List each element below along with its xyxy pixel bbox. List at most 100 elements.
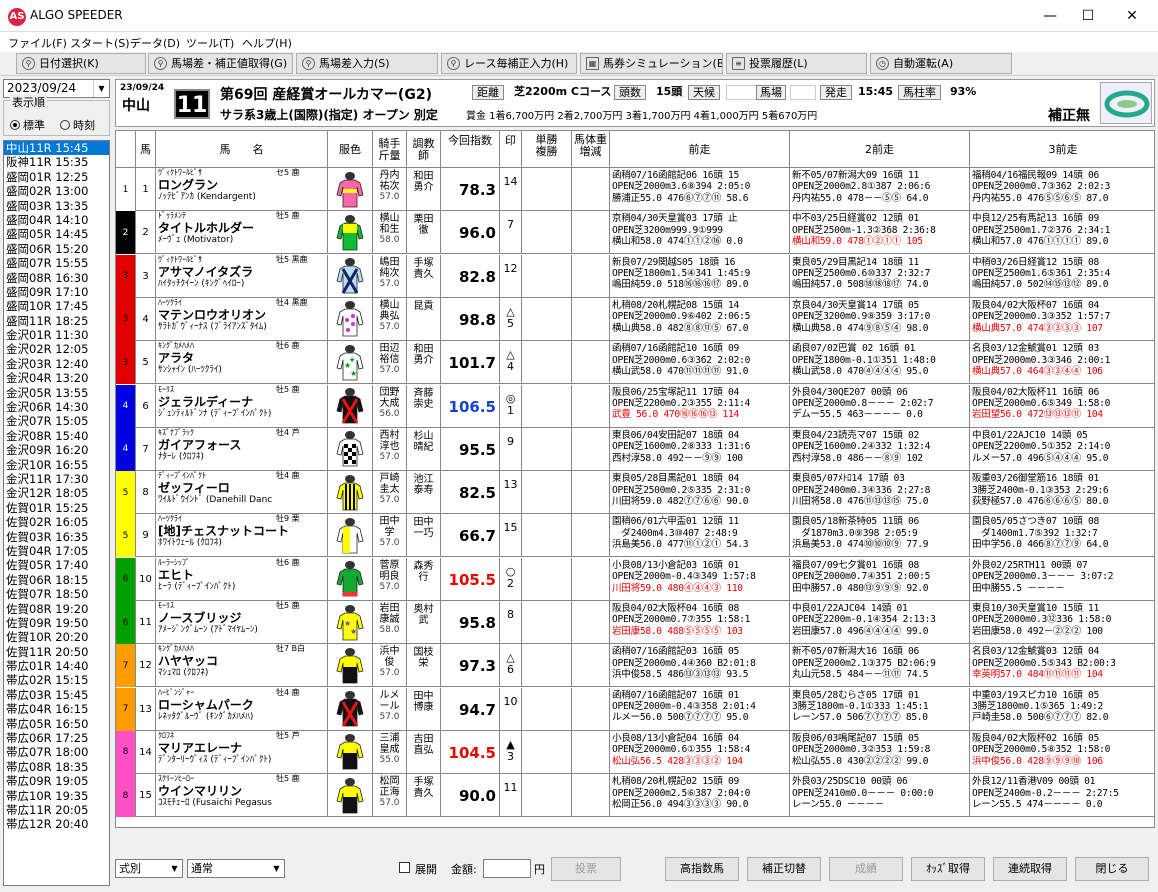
mark-cell[interactable]: 15	[500, 514, 522, 558]
race-list-item[interactable]: 金沢10R 16:55	[4, 458, 109, 472]
bet-simulation-button[interactable]: ▦ 馬券シミュレーション(B)	[580, 53, 723, 74]
horse-name-cell[interactable]: ｷﾝｸﾞｶﾒﾊﾒﾊ 牡7 B白 ハヤヤッコ ﾏｼｭﾏﾛ (ｸﾛﾌﾈ)	[156, 644, 328, 688]
horse-name[interactable]: ジェラルディーナ	[158, 395, 327, 409]
table-row[interactable]: 5 9 ﾊｰﾂｸﾗｲ 牡9 栗 [地]チェスナットコート ﾎﾜｲﾄｳｪｰﾙ (ｸﾛﾌﾈ) 田…	[116, 514, 1154, 558]
race-list-item[interactable]: 金沢02R 12:05	[4, 342, 109, 356]
race-list-item[interactable]: 帯広02R 15:15	[4, 673, 109, 687]
race-list-item[interactable]: 金沢01R 11:30	[4, 328, 109, 342]
race-list-item[interactable]: 中山11R 15:45	[4, 141, 109, 156]
race-list-item[interactable]: 金沢06R 14:30	[4, 400, 109, 414]
high-index-button[interactable]: 高指数馬	[665, 857, 739, 881]
chevron-down-icon[interactable]: ▼	[93, 80, 109, 97]
race-list-item[interactable]: 佐賀08R 19:20	[4, 602, 109, 616]
table-row[interactable]: 6 10 ﾙｰﾗｰｼｯﾌﾟ 牡6 鹿エヒト ﾋｰﾗ (ﾃﾞｨｰﾌﾟｲﾝﾊﾟｸﾄ) 菅原 明…	[116, 557, 1154, 601]
horse-name-cell[interactable]: ﾙｰﾗｰｼｯﾌﾟ 牡6 鹿エヒト ﾋｰﾗ (ﾃﾞｨｰﾌﾟｲﾝﾊﾟｸﾄ)	[156, 557, 328, 601]
expand-checkbox[interactable]	[399, 862, 410, 873]
race-list-item[interactable]: 金沢08R 15:40	[4, 429, 109, 443]
horse-name-cell[interactable]: ﾓｰﾘｽ 牡5 鹿ジェラルディーナ ｼﾞｪﾝﾃｨﾙﾄﾞﾝﾅ (ﾃﾞｨｰﾌﾟｲﾝﾊﾟｸ…	[156, 384, 328, 428]
mark-cell[interactable]: 10	[500, 687, 522, 731]
horse-name-cell[interactable]: ｳﾞｨｸﾄﾜｰﾙﾋﾟｻ 牡5 黒鹿 アサマノイタズラ ﾊｲﾀｯﾁｸｲｰﾝ (ｷﾝｸﾞﾍ…	[156, 254, 328, 298]
mark-cell[interactable]: △ 4	[500, 341, 522, 385]
race-list[interactable]: 中山11R 15:45 阪神11R 15:35 盛岡01R 12:25 盛岡02R 1…	[3, 140, 110, 886]
minimize-button[interactable]: —	[1030, 4, 1070, 28]
table-row[interactable]: 3 5 ｷﾝｸﾞｶﾒﾊﾒﾊ 牡6 鹿アラタ ｻﾝｼｬｲﾝ (ﾊｰﾂｸﾗｲ) ★ ★ ★ 田辺 裕…	[116, 341, 1154, 385]
horse-name-cell[interactable]: ﾊｰﾋﾞﾝｼﾞｬｰ 牡4 鹿ローシャムパーク ﾚﾈｯﾀｸﾞﾙｰｳﾞ (ｷﾝｸﾞｶﾒﾊ…	[156, 687, 328, 731]
horse-name-cell[interactable]: ﾊｰﾂｸﾗｲ 牡4 黒鹿 マテンロウオリオン ｻﾗﾄｶﾞｳﾞｨｰﾅｽ (ﾌﾞﾗｲｱﾝｽ…	[156, 297, 328, 341]
horse-name-cell[interactable]: ﾃﾞｨｰﾌﾟｲﾝﾊﾟｸﾄ 牡4 鹿ゼッフィーロ ﾜｲﾙﾄﾞｳｲﾝﾄﾞ (Danehi…	[156, 471, 328, 515]
table-row[interactable]: 2 2 ﾄﾞｩﾗﾒﾝﾃ 牡5 鹿タイトルホルダー ﾒｰｳﾞｪ (Motivator) 横山…	[116, 211, 1154, 255]
race-list-item[interactable]: 帯広10R 19:35	[4, 789, 109, 803]
race-list-item[interactable]: 盛岡11R 18:25	[4, 314, 109, 328]
bet-type-select[interactable]: 式別 ▼	[115, 859, 183, 878]
table-row[interactable]: 4 6 ﾓｰﾘｽ 牡5 鹿ジェラルディーナ ｼﾞｪﾝﾃｨﾙﾄﾞﾝﾅ (ﾃﾞｨｰﾌﾟｲﾝﾊ…	[116, 384, 1154, 428]
menu-file[interactable]: ファイル(F)	[8, 35, 67, 51]
horse-name[interactable]: [地]チェスナットコート	[158, 524, 327, 538]
race-list-item[interactable]: 金沢11R 17:30	[4, 472, 109, 486]
mark-cell[interactable]: 14	[500, 168, 522, 211]
race-list-item[interactable]: 金沢12R 18:05	[4, 486, 109, 500]
horse-name-cell[interactable]: ｸﾛﾌﾈ 牡5 芦マリアエレーナ ﾃﾞﾝﾀｰﾘｰｳﾞｨｽ (ﾃﾞｨｰﾌﾟｲﾝﾊﾟｸﾄ…	[156, 730, 328, 774]
horse-name[interactable]: ハヤヤッコ	[158, 654, 327, 668]
horse-name[interactable]: エヒト	[158, 568, 327, 582]
horse-name-cell[interactable]: ﾄﾞｩﾗﾒﾝﾃ 牡5 鹿タイトルホルダー ﾒｰｳﾞｪ (Motivator)	[156, 211, 328, 255]
get-track-correction-button[interactable]: ⚲ 馬場差・補正値取得(G)	[148, 53, 293, 74]
table-row[interactable]: 6 11 ﾓｰﾘｽ 牡5 鹿ノースブリッジ ｱﾒｰｼﾞﾝｸﾞﾑｰﾝ (ｱﾄﾞﾏｲﾔﾑｰﾝ…	[116, 601, 1154, 644]
amount-input[interactable]	[483, 859, 531, 878]
horse-name[interactable]: ローシャムパーク	[158, 698, 327, 712]
close-window-button[interactable]: ✕	[1112, 4, 1152, 28]
horse-name-cell[interactable]: ﾊｰﾂｸﾗｲ 牡9 栗 [地]チェスナットコート ﾎﾜｲﾄｳｪｰﾙ (ｸﾛﾌﾈ)	[156, 514, 328, 558]
table-row[interactable]: 5 8 ﾃﾞｨｰﾌﾟｲﾝﾊﾟｸﾄ 牡4 鹿ゼッフィーロ ﾜｲﾙﾄﾞｳｲﾝﾄﾞ (Dane…	[116, 471, 1154, 515]
race-list-item[interactable]: 金沢07R 15:05	[4, 414, 109, 428]
table-row[interactable]: 4 7 ｷｽﾞﾅﾌﾞﾗｯｸ 牡4 芦ガイアフォース ﾅﾀｰﾚ (ｸﾛﾌﾈ) 西村 淳也 57…	[116, 427, 1154, 471]
race-list-item[interactable]: 佐賀06R 18:15	[4, 573, 109, 587]
horse-name-cell[interactable]: ｽｸﾘｰﾝﾋｰﾛｰ 牡5 鹿ウインマリリン ｺｽﾓﾁｪｰﾛ (Fusaichi Pe…	[156, 774, 328, 818]
date-select-button[interactable]: ⚲ 日付選択(K)	[16, 53, 146, 74]
race-list-item[interactable]: 佐賀01R 15:25	[4, 501, 109, 515]
race-list-item[interactable]: 佐賀03R 16:35	[4, 530, 109, 544]
get-odds-button[interactable]: ｵｯｽﾞ取得	[911, 857, 985, 881]
race-list-item[interactable]: 佐賀09R 19:50	[4, 616, 109, 630]
race-list-item[interactable]: 盛岡06R 15:20	[4, 242, 109, 256]
radio-time[interactable]: 時刻	[60, 117, 95, 133]
race-list-item[interactable]: 金沢04R 13:20	[4, 371, 109, 385]
menu-help[interactable]: ヘルプ(H)	[242, 35, 292, 51]
race-list-item[interactable]: 帯広08R 18:35	[4, 760, 109, 774]
horse-name-cell[interactable]: ｷｽﾞﾅﾌﾞﾗｯｸ 牡4 芦ガイアフォース ﾅﾀｰﾚ (ｸﾛﾌﾈ)	[156, 427, 328, 471]
race-list-item[interactable]: 盛岡08R 16:30	[4, 271, 109, 285]
race-list-item[interactable]: 帯広11R 20:05	[4, 803, 109, 817]
horse-name-cell[interactable]: ﾓｰﾘｽ 牡5 鹿ノースブリッジ ｱﾒｰｼﾞﾝｸﾞﾑｰﾝ (ｱﾄﾞﾏｲﾔﾑｰﾝ)	[156, 601, 328, 644]
race-list-item[interactable]: 盛岡05R 14:45	[4, 227, 109, 241]
mark-cell[interactable]: 9	[500, 427, 522, 471]
col-index[interactable]: 今回指数	[441, 131, 500, 168]
race-list-item[interactable]: 佐賀05R 17:40	[4, 558, 109, 572]
race-correction-input-button[interactable]: ⚲ レース毎補正入力(H)	[441, 53, 577, 74]
race-list-item[interactable]: 盛岡03R 13:35	[4, 199, 109, 213]
mark-cell[interactable]: △ 6	[500, 644, 522, 688]
race-list-item[interactable]: 帯広05R 16:50	[4, 717, 109, 731]
mark-cell[interactable]: ◎ 1	[500, 384, 522, 428]
table-row[interactable]: 3 3 ｳﾞｨｸﾄﾜｰﾙﾋﾟｻ 牡5 黒鹿 アサマノイタズラ ﾊｲﾀｯﾁｸｲｰﾝ (ｷﾝｸ…	[116, 254, 1154, 298]
table-row[interactable]: 3 4 ﾊｰﾂｸﾗｲ 牡4 黒鹿 マテンロウオリオン ｻﾗﾄｶﾞｳﾞｨｰﾅｽ (ﾌﾞﾗｲｱ…	[116, 297, 1154, 341]
race-list-item[interactable]: 帯広09R 19:05	[4, 774, 109, 788]
race-list-item[interactable]: 盛岡04R 14:10	[4, 213, 109, 227]
race-list-item[interactable]: 阪神11R 15:35	[4, 155, 109, 169]
bet-mode-select[interactable]: 通常 ▼	[187, 859, 285, 878]
race-list-item[interactable]: 盛岡01R 12:25	[4, 170, 109, 184]
horse-name-cell[interactable]: ｷﾝｸﾞｶﾒﾊﾒﾊ 牡6 鹿アラタ ｻﾝｼｬｲﾝ (ﾊｰﾂｸﾗｲ)	[156, 341, 328, 385]
toggle-correction-button[interactable]: 補正切替	[747, 857, 821, 881]
horse-name[interactable]: ノースブリッジ	[158, 611, 327, 625]
horse-name[interactable]: マテンロウオリオン	[158, 308, 327, 322]
horse-name[interactable]: ウインマリリン	[158, 784, 327, 798]
mark-cell[interactable]: 13	[500, 471, 522, 515]
mark-cell[interactable]: 8	[500, 601, 522, 644]
race-list-item[interactable]: 帯広03R 15:45	[4, 688, 109, 702]
horse-name[interactable]: アラタ	[158, 351, 327, 365]
race-list-item[interactable]: 佐賀07R 18:50	[4, 587, 109, 601]
race-list-item[interactable]: 帯広06R 17:25	[4, 731, 109, 745]
race-list-item[interactable]: 帯広01R 14:40	[4, 659, 109, 673]
race-list-item[interactable]: 金沢05R 13:55	[4, 386, 109, 400]
race-list-item[interactable]: 佐賀10R 20:20	[4, 630, 109, 644]
horse-name-cell[interactable]: ｳﾞｨｸﾄﾜｰﾙﾋﾟｻ セ5 鹿ロングラン ﾉｯﾃﾋﾞｱﾝｶ (Kendargent…	[156, 168, 328, 211]
table-row[interactable]: 8 14 ｸﾛﾌﾈ 牡5 芦マリアエレーナ ﾃﾞﾝﾀｰﾘｰｳﾞｨｽ (ﾃﾞｨｰﾌﾟｲﾝﾊ…	[116, 730, 1154, 774]
race-list-item[interactable]: 盛岡10R 17:45	[4, 299, 109, 313]
